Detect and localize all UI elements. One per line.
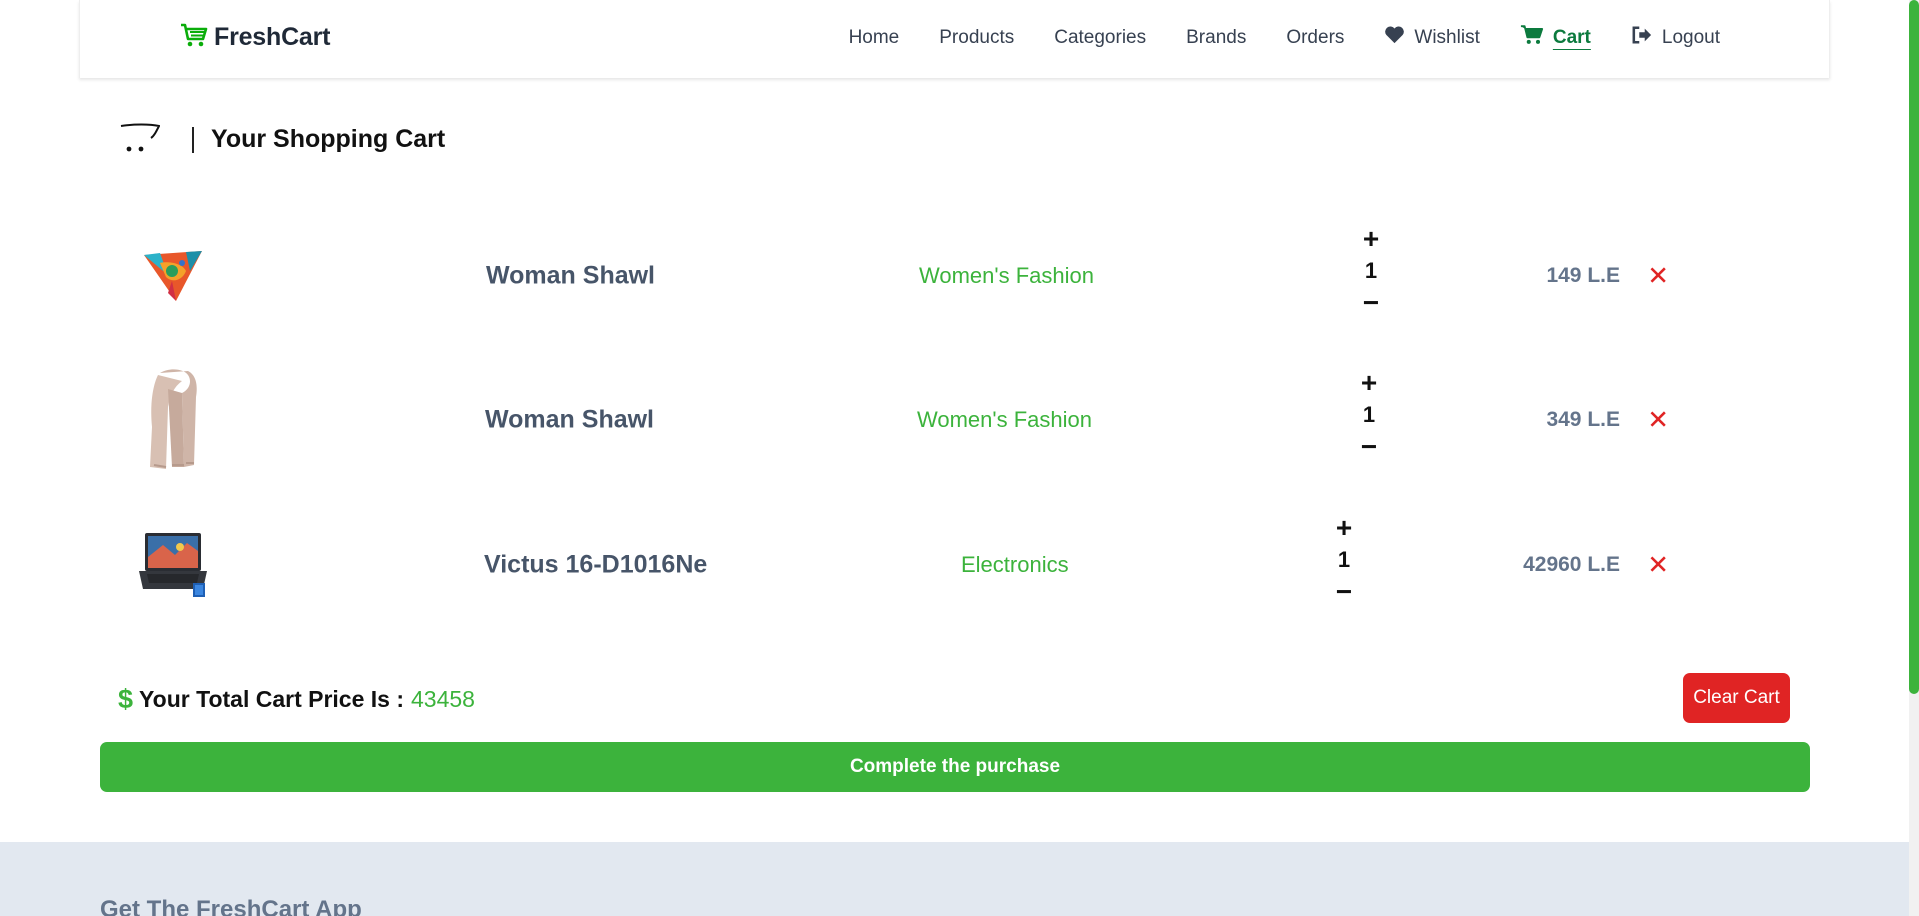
total-value: 43458 <box>411 686 475 712</box>
product-name: Woman Shawl <box>486 261 656 290</box>
logout-icon <box>1631 25 1653 51</box>
brand-logo[interactable]: FreshCart <box>180 22 330 53</box>
quantity-stepper: + 1 − <box>1354 367 1384 463</box>
product-name: Victus 16-D1016Ne <box>484 550 708 579</box>
product-category: Electronics <box>961 552 1069 577</box>
complete-purchase-button[interactable]: Complete the purchase <box>100 742 1810 792</box>
product-category: Women's Fashion <box>917 407 1092 432</box>
footer-title: Get The FreshCart App <box>100 896 362 916</box>
product-price: 42960 L.E <box>1523 553 1620 576</box>
remove-item-button[interactable]: ✕ <box>1647 405 1669 436</box>
navbar: FreshCart Home Products Categories Brand… <box>79 0 1830 78</box>
increase-quantity-button[interactable]: + <box>1363 223 1379 255</box>
nav-logout[interactable]: Logout <box>1631 25 1720 51</box>
nav-home-label: Home <box>848 26 900 48</box>
product-price: 349 L.E <box>1546 408 1620 431</box>
nav-orders[interactable]: Orders <box>1286 27 1344 49</box>
nav-categories[interactable]: Categories <box>1054 27 1146 49</box>
footer: Get The FreshCart App <box>0 842 1909 916</box>
nav-cart-label: Cart <box>1552 26 1591 48</box>
decrease-quantity-button[interactable]: − <box>1363 287 1379 319</box>
product-category: Women's Fashion <box>919 263 1094 288</box>
cart-header: Your Shopping Cart <box>120 120 445 159</box>
quantity-value: 1 <box>1337 547 1351 572</box>
total-label: Your Total Cart Price Is : <box>139 686 405 712</box>
laptop-image <box>128 510 218 620</box>
clear-cart-button[interactable]: Clear Cart <box>1683 673 1790 723</box>
product-price: 149 L.E <box>1546 264 1620 287</box>
nav-brands-label: Brands <box>1186 26 1247 48</box>
cart-item-row: Victus 16-D1016Ne Electronics + 1 − 4296… <box>100 500 1800 630</box>
page: FreshCart Home Products Categories Brand… <box>0 0 1919 916</box>
colorful-shawl-image <box>128 221 218 331</box>
quantity-value: 1 <box>1362 402 1376 427</box>
remove-item-button[interactable]: ✕ <box>1647 261 1669 292</box>
scrollbar-track[interactable] <box>1909 0 1919 916</box>
cart-outline-icon <box>120 120 161 159</box>
decrease-quantity-button[interactable]: − <box>1336 576 1352 608</box>
remove-item-button[interactable]: ✕ <box>1647 550 1669 581</box>
brand-name: FreshCart <box>214 23 331 51</box>
nav-categories-label: Categories <box>1054 26 1147 48</box>
nav-products-label: Products <box>939 26 1015 48</box>
heart-icon <box>1384 25 1405 50</box>
nav-products[interactable]: Products <box>939 27 1014 49</box>
increase-quantity-button[interactable]: + <box>1336 512 1352 544</box>
quantity-stepper: + 1 − <box>1356 223 1386 319</box>
nav-orders-label: Orders <box>1286 26 1345 48</box>
scrollbar-thumb[interactable] <box>1909 0 1919 694</box>
nav-wishlist[interactable]: Wishlist <box>1384 25 1480 50</box>
increase-quantity-button[interactable]: + <box>1361 367 1377 399</box>
nav-brands[interactable]: Brands <box>1186 27 1246 49</box>
nav-wishlist-label: Wishlist <box>1414 26 1480 48</box>
nav-cart[interactable]: Cart <box>1520 24 1591 51</box>
beige-scarf-image <box>128 365 218 475</box>
dollar-icon: $ <box>118 684 134 714</box>
cart-item-row: Woman Shawl Women's Fashion + 1 − 149 L.… <box>100 211 1800 341</box>
nav-logout-label: Logout <box>1661 26 1720 48</box>
cart-icon <box>1520 24 1544 51</box>
cart-item-row: Woman Shawl Women's Fashion + 1 − 349 L.… <box>100 355 1800 485</box>
quantity-value: 1 <box>1364 258 1378 283</box>
nav-links: Home Products Categories Brands Orders W… <box>849 24 1720 51</box>
page-title: Your Shopping Cart <box>211 125 446 153</box>
quantity-stepper: + 1 − <box>1329 512 1359 608</box>
cart-total: $ Your Total Cart Price Is : 43458 <box>118 684 475 715</box>
product-name: Woman Shawl <box>485 405 655 434</box>
nav-home[interactable]: Home <box>849 27 900 49</box>
header-divider <box>192 126 194 153</box>
decrease-quantity-button[interactable]: − <box>1361 431 1377 463</box>
shopping-cart-icon <box>180 22 208 53</box>
